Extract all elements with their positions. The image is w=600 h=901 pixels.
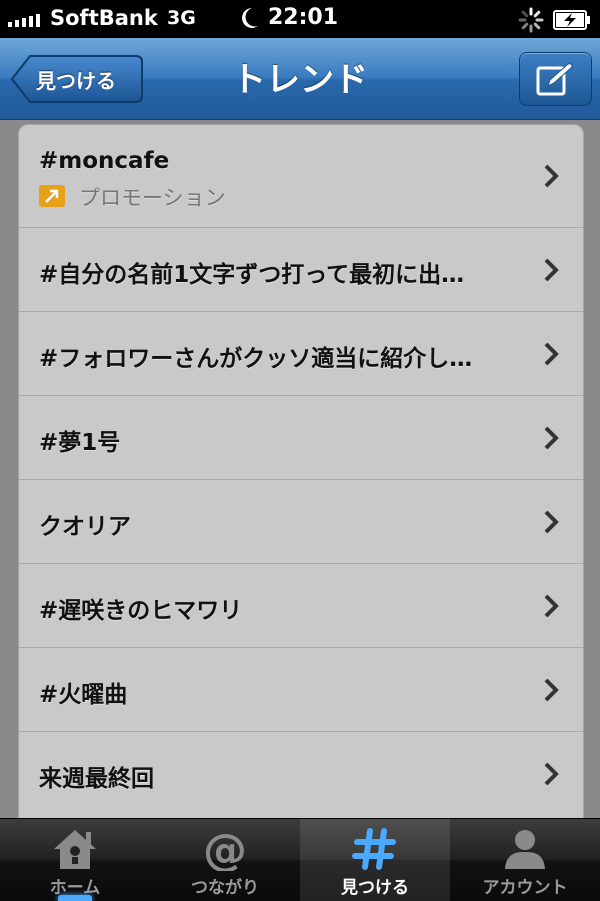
carrier-name: SoftBank xyxy=(50,6,158,30)
tab-discover[interactable]: 見つける xyxy=(300,819,450,901)
do-not-disturb-moon-icon xyxy=(240,6,260,34)
trend-title: クオリア xyxy=(39,514,131,540)
trend-row[interactable]: #夢1号 xyxy=(19,395,583,480)
trend-row[interactable]: 来週最終回 xyxy=(19,731,583,821)
activity-spinner-icon xyxy=(518,7,544,37)
trend-title: #moncafe xyxy=(39,148,170,174)
trend-title: #火曜曲 xyxy=(39,682,128,708)
tab-account[interactable]: アカウント xyxy=(450,819,600,901)
hash-icon xyxy=(352,828,396,870)
trend-title: #フォロワーさんがクッソ適当に紹介し… xyxy=(39,346,473,372)
tab-label: つながり xyxy=(191,878,259,898)
battery-charging-icon xyxy=(553,10,591,34)
new-tweets-indicator xyxy=(58,895,92,901)
status-bar: SoftBank 3G 22:01 xyxy=(0,0,600,38)
compose-button[interactable] xyxy=(519,52,592,106)
chevron-right-icon xyxy=(544,164,559,188)
trend-row[interactable]: #火曜曲 xyxy=(19,647,583,732)
chevron-right-icon xyxy=(544,426,559,450)
promoted-arrow-icon xyxy=(39,185,65,207)
tab-connect[interactable]: @ つながり xyxy=(150,819,300,901)
chevron-right-icon xyxy=(544,678,559,702)
person-icon xyxy=(505,830,545,869)
trend-row[interactable]: #moncafe プロモーション xyxy=(19,125,583,228)
trend-row[interactable]: #フォロワーさんがクッソ適当に紹介し… xyxy=(19,311,583,396)
chevron-right-icon xyxy=(544,510,559,534)
trend-row[interactable]: #自分の名前1文字ずつ打って最初に出… xyxy=(19,227,583,312)
trend-title: #夢1号 xyxy=(39,430,121,456)
tab-label: 見つける xyxy=(341,878,409,898)
status-time: 22:01 xyxy=(268,5,339,30)
chevron-right-icon xyxy=(544,594,559,618)
trend-title: #自分の名前1文字ずつ打って最初に出… xyxy=(39,262,465,288)
at-icon: @ xyxy=(203,827,247,871)
tab-home[interactable]: ホーム xyxy=(0,819,150,901)
promoted-label: プロモーション xyxy=(79,186,226,210)
chevron-right-icon xyxy=(544,258,559,282)
page-title: トレンド xyxy=(232,60,368,100)
trend-title: 来週最終回 xyxy=(39,766,154,792)
trend-title: #遅咲きのヒマワリ xyxy=(39,598,243,624)
chevron-right-icon xyxy=(544,342,559,366)
trend-row[interactable]: #遅咲きのヒマワリ xyxy=(19,563,583,648)
home-icon xyxy=(54,830,96,869)
tab-label: アカウント xyxy=(482,878,568,898)
svg-text:@: @ xyxy=(203,827,247,871)
compose-icon xyxy=(536,63,573,96)
network-type: 3G xyxy=(167,7,196,29)
navigation-bar: 見つける トレンド xyxy=(0,38,600,120)
trends-list: #moncafe プロモーション #自分の名前1文字ずつ打って最初に出… #フォ… xyxy=(18,124,584,822)
trend-row[interactable]: クオリア xyxy=(19,479,583,564)
tab-bar: ホーム @ つながり 見つける アカウント xyxy=(0,818,600,901)
chevron-right-icon xyxy=(544,762,559,786)
